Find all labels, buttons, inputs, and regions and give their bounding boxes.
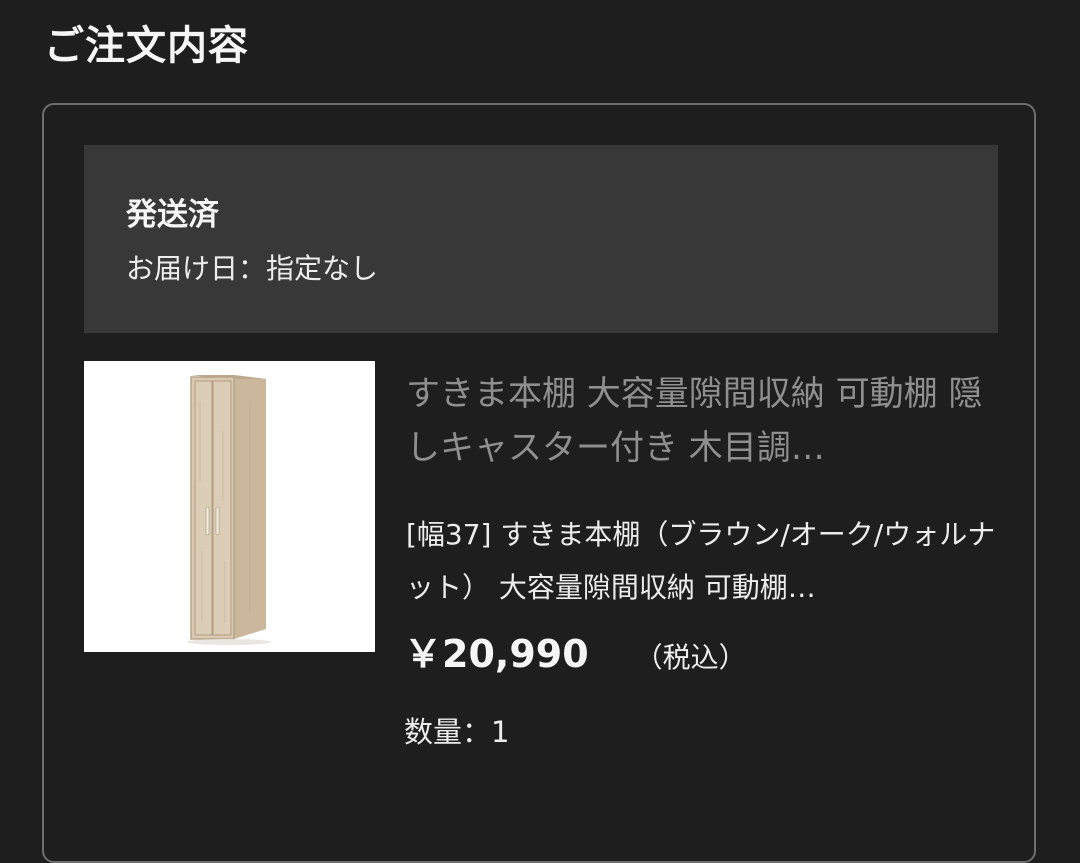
tax-included-note: （税込） [634, 641, 747, 674]
delivery-date: お届け日：指定なし [126, 252, 379, 285]
price-row: ￥20,990 （税込） [404, 626, 747, 682]
product-name-link[interactable]: すきま本棚 大容量隙間収納 可動棚 隠しキャスター付き 木目調… [406, 367, 1006, 475]
product-image[interactable] [84, 361, 375, 652]
order-card: 発送済 お届け日：指定なし すきま本棚 大容量隙間収納 可動棚 隠しキャスター付… [42, 103, 1036, 863]
shipping-status: 発送済 [126, 197, 219, 233]
section-title: ご注文内容 [44, 23, 249, 69]
product-price: ￥20,990 [404, 632, 589, 676]
cabinet-icon [187, 375, 271, 645]
shipping-status-panel: 発送済 お届け日：指定なし [84, 145, 998, 333]
product-quantity: 数量：1 [404, 715, 510, 749]
product-variant: [幅37] すきま本棚（ブラウン/オーク/ウォルナット） 大容量隙間収納 可動棚… [406, 518, 996, 604]
